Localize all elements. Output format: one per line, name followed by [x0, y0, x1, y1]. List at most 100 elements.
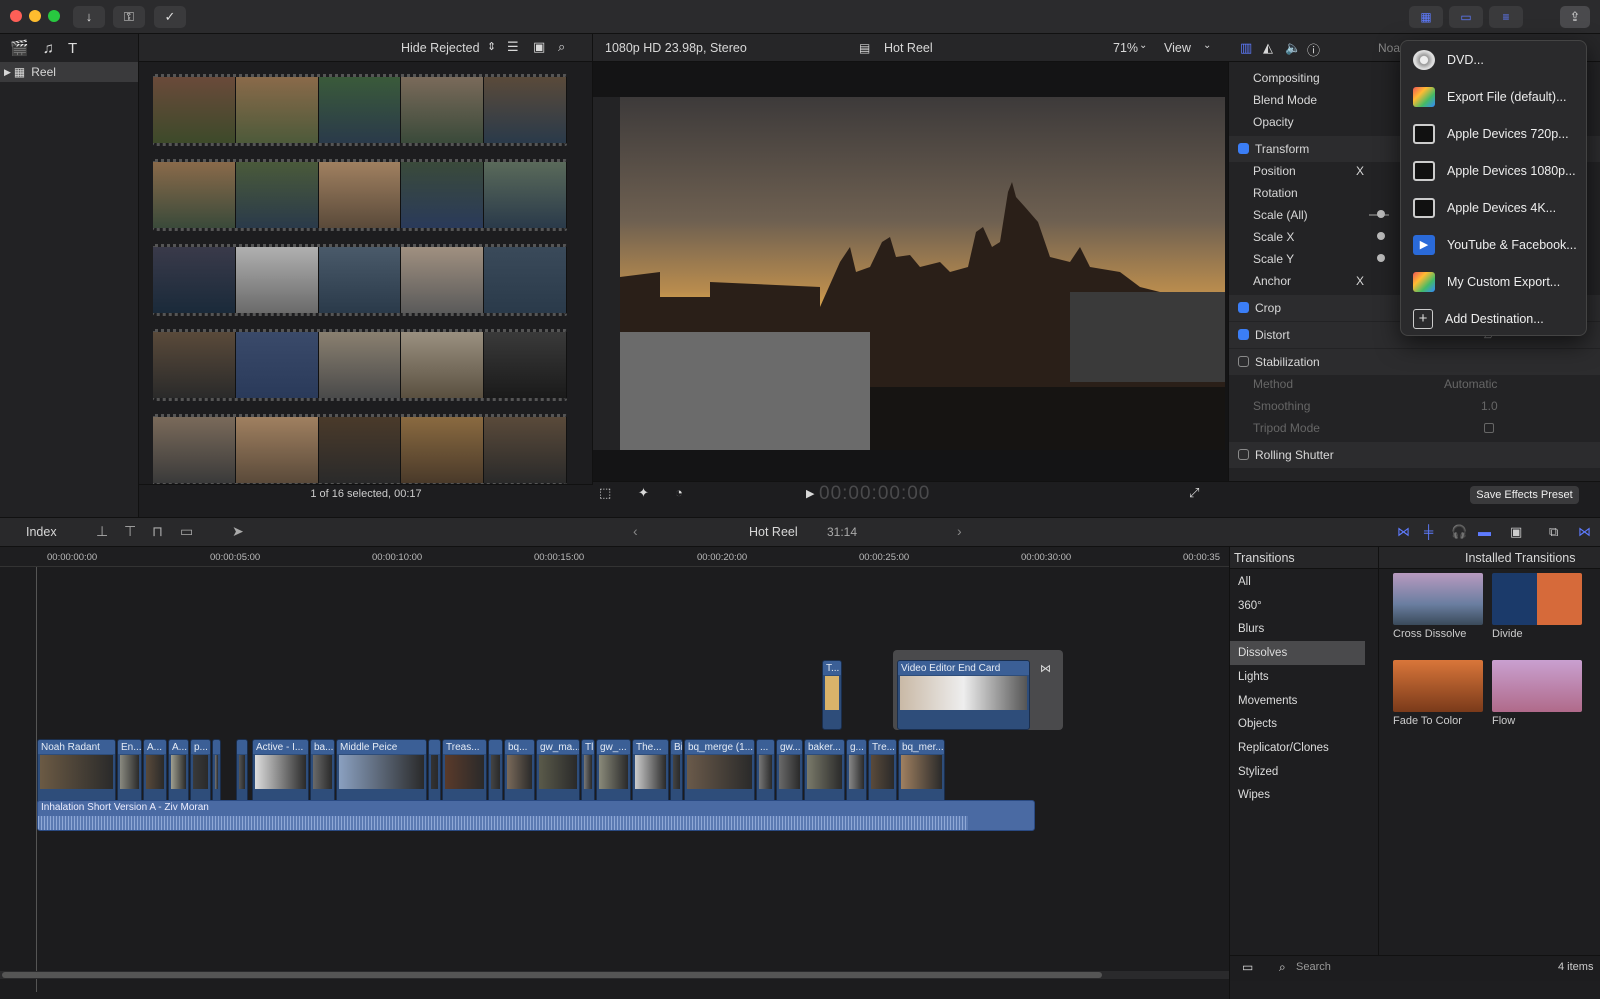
share-menu-item[interactable]: Export File (default)...: [1401, 78, 1588, 115]
fade-to-color-thumbnail[interactable]: [1393, 660, 1483, 712]
share-menu-item[interactable]: ▶ YouTube & Facebook...: [1401, 226, 1588, 263]
slider-knob[interactable]: [1377, 210, 1385, 218]
share-menu-item[interactable]: + Add Destination...: [1401, 300, 1588, 337]
color-inspector-icon[interactable]: ◭: [1263, 40, 1273, 56]
inspector-toggle-button[interactable]: ≡: [1489, 6, 1523, 28]
filmstrip-clip[interactable]: [153, 244, 567, 316]
back-arrow-icon[interactable]: ‹: [633, 523, 638, 539]
browser-toggle-button[interactable]: ▦: [1409, 6, 1443, 28]
select-tool-icon[interactable]: ➤: [232, 523, 244, 540]
video-inspector-icon[interactable]: ▥: [1240, 40, 1252, 56]
method-popup[interactable]: Automatic: [1444, 373, 1497, 395]
titles-generators-icon[interactable]: T: [68, 40, 77, 57]
import-button[interactable]: ↓: [73, 6, 105, 28]
rolling-shutter-checkbox[interactable]: [1238, 449, 1249, 460]
timeline-clip[interactable]: bq...: [504, 739, 535, 809]
transition-category[interactable]: Lights: [1230, 665, 1378, 689]
clapper-icon[interactable]: 🎬: [10, 39, 29, 57]
effects-browser-icon[interactable]: ⧉: [1549, 524, 1558, 540]
timeline-clip[interactable]: gw...: [776, 739, 803, 809]
zoom-window-button[interactable]: [48, 10, 60, 22]
audio-inspector-icon[interactable]: 🔈: [1285, 40, 1301, 56]
timeline-clip[interactable]: Tl: [581, 739, 595, 809]
filmstrip-clip[interactable]: [153, 159, 567, 231]
clip-appearance-icon[interactable]: ▣: [533, 39, 545, 55]
timeline-clip[interactable]: bq_merge (1...: [684, 739, 755, 809]
timeline-ruler[interactable]: 00:00:00:00 00:00:05:00 00:00:10:00 00:0…: [0, 547, 1229, 567]
keywords-button[interactable]: ⚿: [113, 6, 145, 28]
library-item-reel[interactable]: ▶ ▦ Reel: [0, 62, 138, 82]
transition-bowtie-icon[interactable]: ⋈: [1040, 662, 1051, 675]
connect-clip-icon[interactable]: ⊥: [96, 523, 108, 540]
index-button[interactable]: Index: [26, 525, 57, 539]
timeline-clip[interactable]: [236, 739, 248, 809]
timeline-clip[interactable]: gw_...: [596, 739, 631, 809]
timeline-clip[interactable]: Tre...: [868, 739, 897, 809]
share-menu-item[interactable]: Apple Devices 1080p...: [1401, 152, 1588, 189]
append-clip-icon[interactable]: ⊓: [152, 523, 163, 540]
timeline-clip[interactable]: Treas...: [442, 739, 487, 809]
share-menu-item[interactable]: Apple Devices 4K...: [1401, 189, 1588, 226]
sidebar-toggle-icon[interactable]: ▭: [1242, 960, 1253, 974]
audio-skimming-icon[interactable]: ⋈: [1397, 524, 1410, 540]
timeline-clip[interactable]: ...: [756, 739, 775, 809]
timeline-clip[interactable]: [212, 739, 221, 809]
transition-category[interactable]: Replicator/Clones: [1230, 736, 1378, 760]
timeline-clip[interactable]: [428, 739, 441, 809]
skimming-icon[interactable]: ╪: [1424, 524, 1433, 539]
title-clip[interactable]: Video Editor End Card: [897, 660, 1030, 730]
disclosure-triangle-icon[interactable]: ▶: [4, 67, 11, 78]
search-icon[interactable]: ⌕: [558, 39, 565, 55]
transition-category[interactable]: Blurs: [1230, 617, 1378, 641]
timeline-clip[interactable]: A...: [143, 739, 167, 809]
transition-category[interactable]: 360°: [1230, 594, 1378, 618]
transition-category[interactable]: Dissolves: [1230, 641, 1365, 666]
zoom-popup[interactable]: 71%: [1113, 41, 1138, 55]
horizontal-scrollbar[interactable]: [0, 971, 1229, 979]
flow-thumbnail[interactable]: [1492, 660, 1582, 712]
overwrite-clip-icon[interactable]: ▭: [180, 523, 193, 540]
slider-knob[interactable]: [1377, 254, 1385, 262]
play-icon[interactable]: ▶: [806, 487, 814, 500]
transition-category[interactable]: Objects: [1230, 712, 1378, 736]
compositing-header[interactable]: Compositing: [1229, 71, 1320, 85]
minimize-window-button[interactable]: [29, 10, 41, 22]
cross-dissolve-thumbnail[interactable]: [1393, 573, 1483, 625]
stabilization-header[interactable]: Stabilization: [1255, 355, 1320, 369]
installed-transitions-popup[interactable]: Installed Transitions: [1465, 551, 1575, 565]
timeline-project-name[interactable]: Hot Reel: [749, 525, 798, 539]
timeline-clip[interactable]: Noah Radant: [37, 739, 116, 809]
rolling-shutter-header[interactable]: Rolling Shutter: [1255, 448, 1334, 462]
background-tasks-button[interactable]: ✓: [154, 6, 186, 28]
smoothing-value[interactable]: 1.0: [1481, 395, 1498, 417]
timeline-clip[interactable]: Active - I...: [252, 739, 309, 809]
timeline-clip[interactable]: bq_mer...: [898, 739, 945, 809]
clip-appearance-icon[interactable]: ▣: [1510, 524, 1522, 540]
transition-category[interactable]: Wipes: [1230, 783, 1378, 807]
transition-category[interactable]: Movements: [1230, 689, 1378, 713]
timeline-clip[interactable]: Middle Peice: [336, 739, 427, 809]
filter-popup[interactable]: Hide Rejected: [401, 41, 480, 55]
crop-checkbox[interactable]: [1238, 302, 1249, 313]
timeline-clip[interactable]: gw_ma...: [536, 739, 580, 809]
save-effects-preset-button[interactable]: Save Effects Preset: [1470, 486, 1579, 504]
divide-thumbnail[interactable]: [1492, 573, 1582, 625]
tripod-mode-checkbox[interactable]: [1484, 423, 1494, 433]
filmstrip-clip[interactable]: [153, 74, 567, 146]
timeline[interactable]: T... Video Editor End Card ⋈ Noah Radant…: [0, 567, 1229, 992]
timeline-clip[interactable]: baker...: [804, 739, 845, 809]
solo-icon[interactable]: ▬: [1478, 524, 1491, 539]
timeline-toggle-button[interactable]: ▭: [1449, 6, 1483, 28]
timeline-clip[interactable]: A...: [168, 739, 189, 809]
search-input[interactable]: Search: [1296, 961, 1331, 973]
share-menu-item[interactable]: DVD...: [1401, 41, 1588, 78]
photos-audio-icon[interactable]: ♫: [43, 40, 54, 57]
timeline-clip[interactable]: [488, 739, 503, 809]
filmstrip-clip[interactable]: [153, 329, 567, 401]
timecode-display[interactable]: 00:00:00:00: [819, 483, 930, 505]
transform-checkbox[interactable]: [1238, 143, 1249, 154]
crop-header[interactable]: Crop: [1255, 301, 1281, 315]
share-menu-item[interactable]: My Custom Export...: [1401, 263, 1588, 300]
close-window-button[interactable]: [10, 10, 22, 22]
insert-clip-icon[interactable]: ⊤: [124, 523, 136, 540]
